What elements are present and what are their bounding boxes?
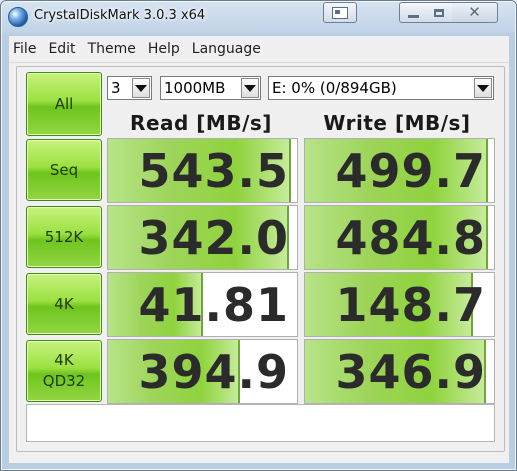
drive-select[interactable]: E: 0% (0/894GB)	[268, 76, 494, 100]
window-title: CrystalDiskMark 3.0.3 x64	[34, 8, 206, 23]
drive-dropdown[interactable]	[474, 78, 492, 98]
4k-read-cell: 41.81	[107, 272, 298, 337]
seq-button-label: Seq	[49, 160, 79, 179]
test-size-dropdown[interactable]	[241, 78, 259, 98]
snap-button[interactable]	[323, 2, 357, 23]
test-size-select[interactable]: 1000MB	[160, 76, 261, 100]
chevron-down-icon	[244, 84, 256, 92]
minimize-button[interactable]	[399, 2, 428, 23]
maximize-button[interactable]	[426, 2, 453, 23]
comment-input[interactable]	[26, 404, 495, 442]
title-bar[interactable]: CrystalDiskMark 3.0.3 x64 ✕	[1, 1, 516, 35]
4k-write-value: 148.7	[335, 278, 486, 332]
512k-button-label: 512K	[44, 227, 84, 246]
4k-qd32-write-value: 346.9	[335, 345, 486, 399]
close-icon: ✕	[468, 3, 481, 21]
seq-button[interactable]: Seq	[26, 139, 102, 201]
menu-language[interactable]: Language	[188, 41, 266, 57]
menu-edit[interactable]: Edit	[44, 41, 80, 57]
snap-icon	[332, 6, 348, 19]
menu-theme[interactable]: Theme	[84, 41, 141, 57]
read-header: Read [MB/s]	[130, 111, 272, 135]
test-count-select[interactable]: 3	[107, 76, 152, 100]
seq-write-value: 499.7	[335, 144, 486, 198]
512k-read-cell: 342.0	[107, 205, 298, 270]
crystaldiskmark-icon	[8, 7, 28, 27]
app-window: CrystalDiskMark 3.0.3 x64 ✕ File Edit Th…	[0, 0, 517, 471]
main-panel: All 3 1000MB E: 0% (0/894GB) Read [MB/s]…	[9, 63, 509, 463]
4k-write-cell: 148.7	[304, 272, 495, 337]
close-button[interactable]: ✕	[452, 2, 498, 23]
4k-qd32-button-label: 4K QD32	[42, 351, 86, 390]
4k-button-label: 4K	[54, 294, 74, 313]
menu-bar: File Edit Theme Help Language	[9, 36, 509, 63]
menu-file[interactable]: File	[9, 41, 41, 57]
test-count-value: 3	[111, 79, 121, 97]
4k-qd32-read-cell: 394.9	[107, 339, 298, 404]
seq-read-cell: 543.5	[107, 138, 298, 203]
4k-button[interactable]: 4K	[26, 273, 102, 335]
all-button[interactable]: All	[26, 72, 102, 136]
512k-button[interactable]: 512K	[26, 206, 102, 268]
test-count-dropdown[interactable]	[132, 78, 150, 98]
512k-read-value: 342.0	[138, 211, 289, 265]
chevron-down-icon	[477, 84, 489, 92]
512k-write-cell: 484.8	[304, 205, 495, 270]
512k-write-value: 484.8	[335, 211, 486, 265]
minimize-icon	[408, 15, 419, 18]
maximize-icon	[434, 8, 444, 17]
menu-help[interactable]: Help	[144, 41, 185, 57]
drive-value: E: 0% (0/894GB)	[272, 79, 397, 97]
4k-read-value: 41.81	[138, 278, 289, 332]
4k-qd32-button[interactable]: 4K QD32	[26, 340, 102, 402]
test-size-value: 1000MB	[164, 79, 226, 97]
chevron-down-icon	[135, 84, 147, 92]
4k-qd32-write-cell: 346.9	[304, 339, 495, 404]
seq-read-value: 543.5	[138, 144, 289, 198]
4k-qd32-read-value: 394.9	[138, 345, 289, 399]
write-header: Write [MB/s]	[323, 111, 471, 135]
seq-write-cell: 499.7	[304, 138, 495, 203]
all-button-label: All	[54, 94, 74, 113]
